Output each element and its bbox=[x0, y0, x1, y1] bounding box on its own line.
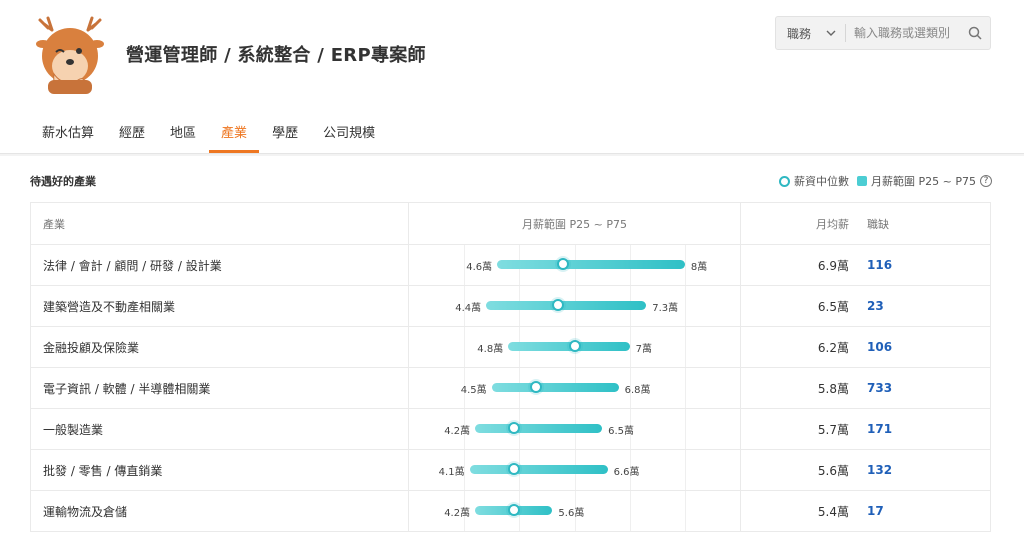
job-count-link[interactable]: 132 bbox=[867, 450, 947, 490]
median-marker bbox=[507, 422, 520, 434]
header-range: 月薪範圍 P25 ~ P75 bbox=[522, 217, 627, 231]
p75-label: 6.5萬 bbox=[608, 426, 634, 437]
average-salary: 5.7萬 bbox=[817, 422, 849, 437]
industry-name: 一般製造業 bbox=[43, 422, 104, 437]
median-marker bbox=[529, 381, 542, 393]
salary-range: 4.1萬 6.6萬 bbox=[409, 450, 740, 490]
salary-range: 4.6萬 8萬 bbox=[409, 245, 740, 285]
industry-name: 電子資訊 / 軟體 / 半導體相關業 bbox=[43, 381, 211, 396]
search-bar: 職務 bbox=[775, 16, 991, 50]
p25-label: 4.5萬 bbox=[460, 385, 487, 396]
category-select-value: 職務 bbox=[787, 26, 812, 41]
industry-name: 法律 / 會計 / 顧問 / 研發 / 設計業 bbox=[43, 258, 222, 273]
deer-mascot-logo bbox=[36, 16, 104, 94]
average-salary: 6.5萬 bbox=[817, 299, 849, 314]
table-row: 建築營造及不動產相關業 4.4萬 7.3萬 6.5萬 23 bbox=[31, 286, 990, 327]
salary-range: 4.5萬 6.8萬 bbox=[409, 368, 740, 408]
p25-label: 4.2萬 bbox=[444, 508, 471, 519]
industry-name: 建築營造及不動產相關業 bbox=[43, 299, 176, 314]
p75-label: 5.6萬 bbox=[558, 508, 585, 519]
industry-table: 產業 月薪範圍 P25 ~ P75 月均薪 職缺 法律 / 會計 / 顧問 / … bbox=[30, 202, 991, 532]
search-input[interactable] bbox=[846, 26, 960, 40]
tab-bar: 薪水估算 經歷 地區 產業 學歷 公司規模 bbox=[30, 108, 388, 153]
tab-region[interactable]: 地區 bbox=[158, 108, 208, 153]
median-marker bbox=[507, 504, 520, 516]
table-row: 金融投顧及保險業 4.8萬 7萬 6.2萬 106 bbox=[31, 327, 990, 368]
p75-label: 8萬 bbox=[690, 262, 708, 273]
range-bar bbox=[475, 424, 603, 433]
p75-label: 7萬 bbox=[635, 344, 653, 355]
industry-card: 待遇好的產業 薪資中位數 月薪範圍 P25 ~ P75 ? 產業 月薪範圍 P2… bbox=[0, 156, 1024, 536]
job-count-link[interactable]: 733 bbox=[867, 368, 947, 408]
range-legend-icon bbox=[857, 176, 868, 186]
average-salary: 5.4萬 bbox=[817, 504, 849, 519]
header-industry: 產業 bbox=[43, 217, 65, 231]
legend: 薪資中位數 月薪範圍 P25 ~ P75 ? bbox=[779, 173, 992, 189]
header-avg: 月均薪 bbox=[816, 217, 849, 231]
tab-industry[interactable]: 產業 bbox=[209, 108, 260, 153]
table-header: 產業 月薪範圍 P25 ~ P75 月均薪 職缺 bbox=[31, 203, 990, 245]
average-salary: 5.6萬 bbox=[817, 463, 849, 478]
tab-salary-estimate[interactable]: 薪水估算 bbox=[30, 108, 106, 153]
p25-label: 4.6萬 bbox=[466, 262, 493, 273]
range-bar bbox=[491, 383, 619, 392]
industry-name: 金融投顧及保險業 bbox=[43, 340, 140, 355]
salary-range: 4.8萬 7萬 bbox=[409, 327, 740, 367]
p25-label: 4.2萬 bbox=[444, 426, 471, 437]
range-bar bbox=[497, 260, 685, 269]
table-row: 法律 / 會計 / 顧問 / 研發 / 設計業 4.6萬 8萬 6.9萬 116 bbox=[31, 245, 990, 286]
average-salary: 6.9萬 bbox=[817, 258, 849, 273]
p75-label: 7.3萬 bbox=[652, 303, 679, 314]
page-title: 營運管理師 / 系統整合 / ERP專案師 bbox=[126, 45, 426, 66]
table-row: 批發 / 零售 / 傳直銷業 4.1萬 6.6萬 5.6萬 132 bbox=[31, 450, 990, 491]
page-header: 營運管理師 / 系統整合 / ERP專案師 職務 薪水估算 經歷 地區 產業 學… bbox=[0, 0, 1024, 154]
legend-median-label: 薪資中位數 bbox=[794, 175, 850, 188]
section-title: 待遇好的產業 bbox=[30, 175, 96, 188]
median-legend-icon bbox=[779, 175, 791, 187]
job-count-link[interactable]: 106 bbox=[867, 327, 947, 367]
range-bar bbox=[469, 465, 608, 474]
job-count-link[interactable]: 23 bbox=[867, 286, 947, 326]
average-salary: 5.8萬 bbox=[817, 381, 849, 396]
p75-label: 6.6萬 bbox=[613, 467, 640, 478]
median-marker bbox=[568, 340, 581, 352]
chevron-down-icon bbox=[826, 30, 836, 36]
salary-range: 4.4萬 7.3萬 bbox=[409, 286, 740, 326]
legend-range-label: 月薪範圍 P25 ~ P75 bbox=[871, 175, 976, 188]
p75-label: 6.8萬 bbox=[624, 385, 651, 396]
tab-education[interactable]: 學歷 bbox=[260, 108, 310, 153]
median-marker bbox=[551, 299, 564, 311]
job-count-link[interactable]: 17 bbox=[867, 491, 947, 531]
p25-label: 4.1萬 bbox=[438, 467, 465, 478]
industry-name: 運輸物流及倉儲 bbox=[43, 504, 128, 519]
p25-label: 4.4萬 bbox=[455, 303, 482, 314]
salary-range: 4.2萬 6.5萬 bbox=[409, 409, 740, 449]
category-select[interactable]: 職務 bbox=[776, 24, 846, 42]
salary-range: 4.2萬 5.6萬 bbox=[409, 491, 740, 531]
table-row: 電子資訊 / 軟體 / 半導體相關業 4.5萬 6.8萬 5.8萬 733 bbox=[31, 368, 990, 409]
search-icon[interactable] bbox=[960, 26, 990, 40]
job-count-link[interactable]: 171 bbox=[867, 409, 947, 449]
help-icon[interactable]: ? bbox=[980, 175, 992, 187]
tab-company-size[interactable]: 公司規模 bbox=[311, 108, 387, 153]
tab-experience[interactable]: 經歷 bbox=[107, 108, 157, 153]
median-marker bbox=[507, 463, 520, 475]
job-count-link[interactable]: 116 bbox=[867, 245, 947, 285]
industry-name: 批發 / 零售 / 傳直銷業 bbox=[43, 463, 163, 478]
table-row: 一般製造業 4.2萬 6.5萬 5.7萬 171 bbox=[31, 409, 990, 450]
header-jobs: 職缺 bbox=[867, 217, 889, 231]
p25-label: 4.8萬 bbox=[477, 344, 504, 355]
average-salary: 6.2萬 bbox=[817, 340, 849, 355]
range-bar bbox=[486, 301, 647, 310]
table-row: 運輸物流及倉儲 4.2萬 5.6萬 5.4萬 17 bbox=[31, 491, 990, 532]
